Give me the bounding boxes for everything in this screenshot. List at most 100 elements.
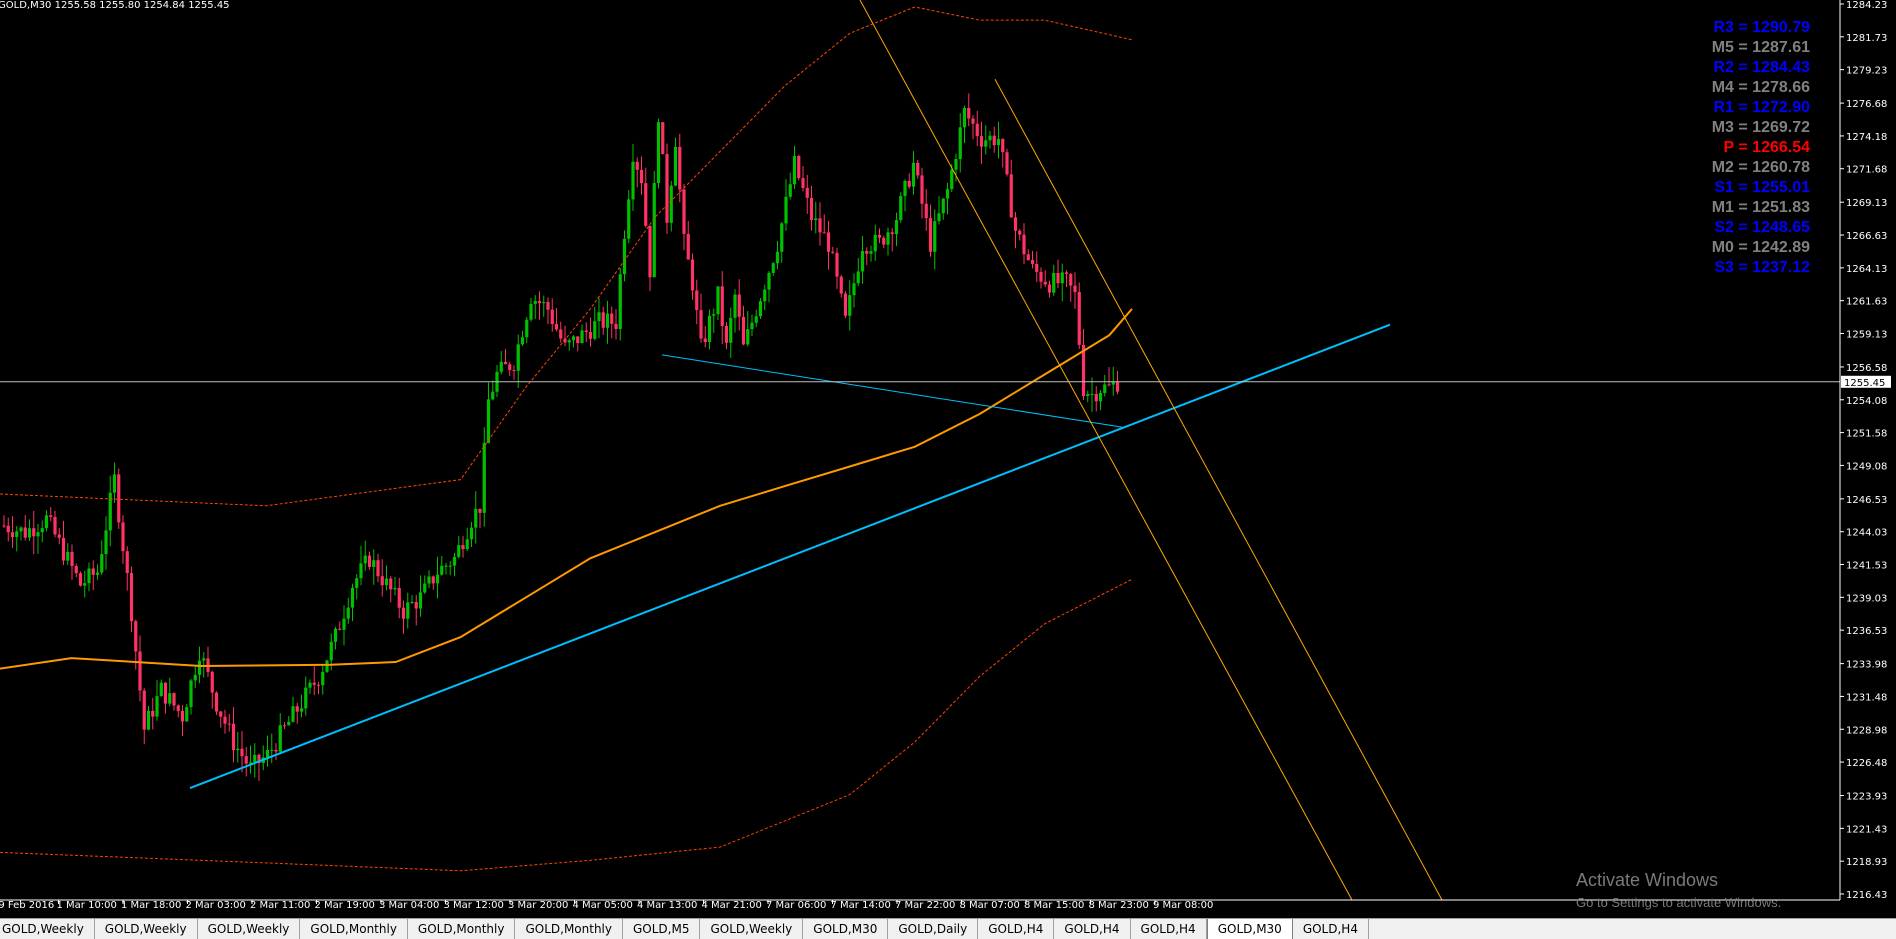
candle (6, 517, 10, 542)
candle (299, 694, 304, 718)
activate-windows-subtitle: Go to Settings to activate Windows. (1576, 895, 1781, 910)
candle (784, 179, 788, 231)
candle (916, 159, 920, 179)
candle (350, 583, 355, 622)
channel-line-lower[interactable] (859, 0, 1353, 901)
candle (435, 556, 440, 599)
channel-line-upper[interactable] (994, 78, 1443, 901)
candle (661, 121, 665, 155)
candle (1030, 250, 1035, 269)
chart-tab[interactable]: GOLD,Weekly (700, 919, 804, 939)
chart-tab[interactable]: GOLD,H4 (1293, 919, 1369, 939)
candle (108, 475, 112, 547)
candle (831, 246, 835, 254)
candle (478, 508, 482, 529)
chart-tab[interactable]: GOLD,Weekly (95, 919, 198, 939)
candle (49, 507, 53, 522)
candle (758, 298, 763, 320)
candle (325, 659, 329, 673)
chart-tab[interactable]: GOLD,H4 (1131, 919, 1207, 939)
candle (261, 745, 265, 771)
candle (168, 677, 172, 707)
candle (316, 681, 321, 695)
price-tick-label: 1264.13 (1846, 264, 1887, 275)
candle (189, 678, 193, 715)
candle (729, 307, 733, 358)
candle (533, 295, 537, 319)
pivot-levels-panel: R3 = 1290.79 M5 = 1287.61 R2 = 1284.43 M4 =… (1712, 19, 1810, 276)
chart-tab[interactable]: GOLD,Monthly (408, 919, 516, 939)
candle (418, 575, 423, 617)
chart-tab[interactable]: GOLD,Weekly (0, 919, 95, 939)
candle (287, 716, 291, 726)
price-axis: 1284.23 1281.73 1279.23 1276.68 1274.18 1271.… (1839, 0, 1891, 901)
pivot-level-s2: S2 = 1248.65 (1714, 219, 1810, 236)
candle (380, 559, 384, 597)
candle (1026, 249, 1030, 261)
candle (1043, 270, 1047, 288)
price-tick-label: 1269.13 (1846, 198, 1887, 209)
current-price-label: 1255.45 (1844, 378, 1885, 389)
time-tick-label: 4 Mar 13:00 (637, 900, 697, 911)
chart-tab[interactable]: GOLD,Monthly (515, 919, 623, 939)
price-tick-label: 1241.53 (1846, 561, 1887, 572)
time-tick-label: 1 Mar 10:00 (57, 900, 117, 911)
price-tick-label: 1218.93 (1846, 857, 1887, 868)
candle (499, 350, 503, 375)
time-tick-label: 2 Mar 11:00 (250, 900, 310, 911)
candle (992, 126, 996, 153)
candle (1103, 374, 1107, 397)
candle (1111, 366, 1115, 396)
chart-tab[interactable]: GOLD,H4 (1054, 919, 1131, 939)
candle (780, 221, 784, 263)
candle (856, 258, 860, 287)
candle (797, 154, 801, 181)
candle (53, 510, 57, 538)
candle (763, 284, 767, 311)
candle (529, 297, 533, 322)
candle (214, 691, 219, 715)
candle (716, 286, 720, 320)
candle (746, 310, 750, 347)
candle (338, 621, 342, 631)
chart-tab[interactable]: GOLD,M30 (1206, 919, 1293, 939)
candle (792, 146, 797, 189)
symbol-info-label: GOLD,M30 1255.58 1255.80 1254.84 1255.45 (0, 0, 230, 11)
candle (74, 563, 78, 578)
candle (19, 526, 23, 541)
candle (958, 113, 962, 173)
candle (265, 735, 270, 767)
candle (665, 143, 669, 235)
price-tick-label: 1216.43 (1846, 890, 1887, 901)
chart-tab[interactable]: GOLD,M5 (623, 919, 701, 939)
time-tick-label: 8 Mar 07:00 (960, 900, 1020, 911)
neckline-trend-line[interactable] (661, 354, 1123, 428)
chart-tab[interactable]: GOLD,M30 (803, 919, 889, 939)
candle (1018, 229, 1022, 241)
chart-tab[interactable]: GOLD,H4 (978, 919, 1055, 939)
candle (754, 309, 758, 328)
price-tick-label: 1236.53 (1846, 626, 1887, 637)
candle (482, 427, 486, 527)
candle (210, 670, 214, 709)
candle (87, 562, 91, 592)
chart-tab[interactable]: GOLD,Daily (888, 919, 979, 939)
candle (278, 713, 282, 755)
candle (801, 165, 805, 192)
candle (1039, 267, 1043, 289)
candle (346, 597, 350, 624)
pivot-level-s1: S1 = 1255.01 (1714, 179, 1810, 196)
candle (933, 209, 937, 270)
candle (491, 380, 495, 401)
candle (193, 666, 197, 689)
candle (367, 551, 372, 570)
candle (695, 279, 699, 325)
price-tick-label: 1271.68 (1846, 165, 1887, 176)
candle (750, 314, 754, 337)
chart-tab[interactable]: GOLD,Monthly (300, 919, 408, 939)
chart-tab[interactable]: GOLD,Weekly (198, 919, 301, 939)
candle (40, 520, 44, 543)
price-chart[interactable]: 1284.23 1281.73 1279.23 1276.68 1274.18 1271.… (0, 0, 1896, 918)
candle (639, 156, 644, 195)
candle (117, 468, 121, 529)
